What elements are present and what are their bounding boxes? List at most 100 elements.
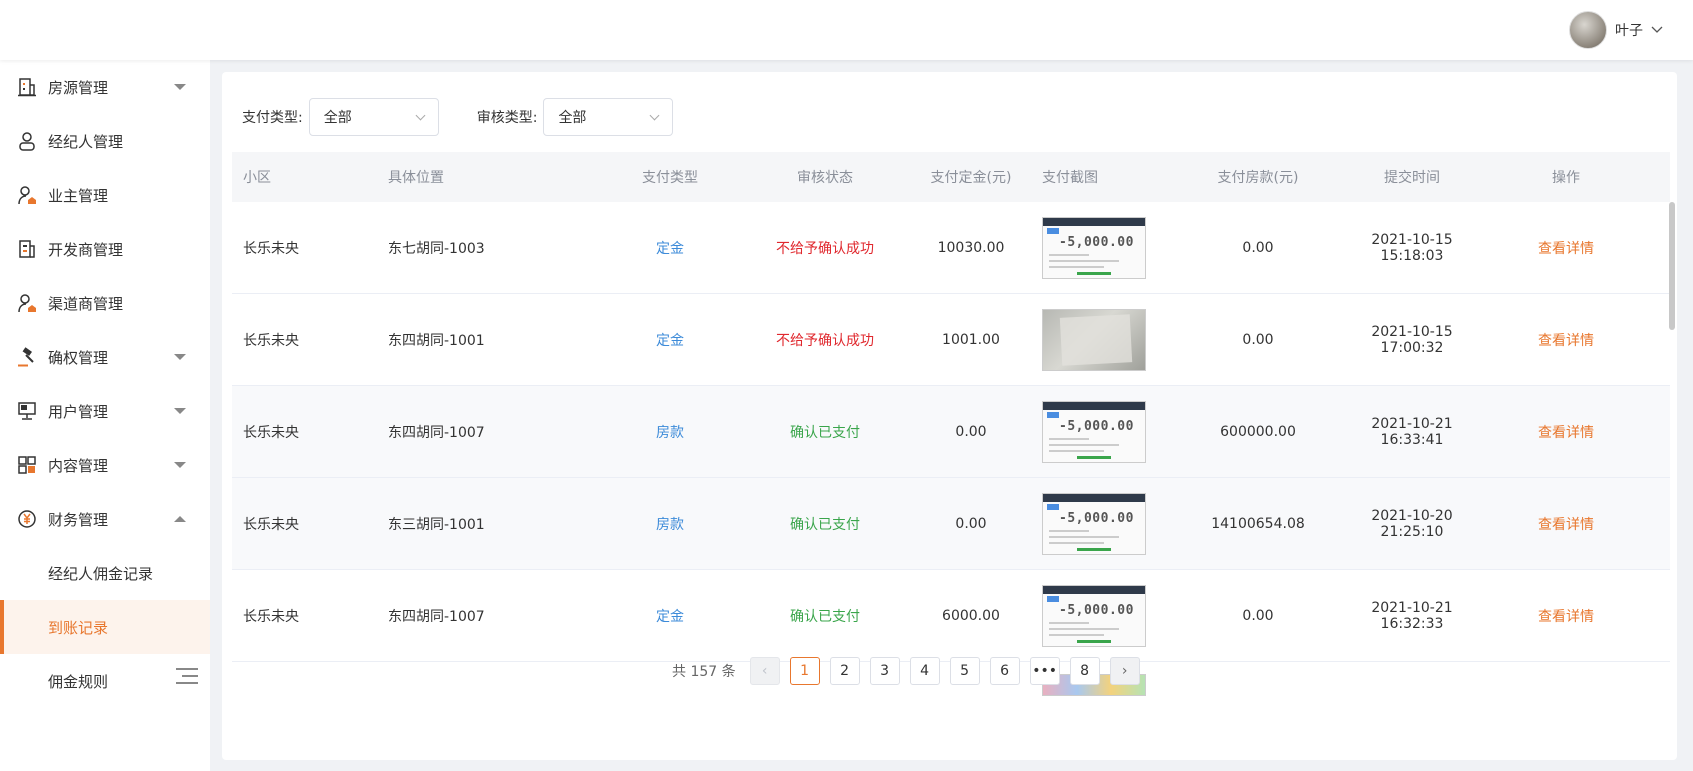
caret-up-icon	[174, 516, 186, 522]
cell-pay-type: 定金	[656, 608, 684, 625]
cell-screenshot	[1034, 308, 1174, 371]
user-home-icon	[16, 292, 38, 314]
view-details-link[interactable]: 查看详情	[1482, 606, 1650, 626]
view-details-link[interactable]: 查看详情	[1482, 330, 1650, 350]
page-button-8[interactable]: 8	[1069, 657, 1100, 685]
sidebar-item-owner[interactable]: 业主管理	[0, 168, 210, 222]
chevron-down-icon	[1651, 26, 1663, 33]
sidebar-subitem-payment-records[interactable]: 到账记录	[0, 600, 210, 654]
cell-pay-type: 房款	[656, 516, 684, 533]
column-header: 审核状态	[797, 170, 853, 186]
cell-pay-type: 定金	[656, 240, 684, 257]
next-page-button[interactable]: ›	[1109, 657, 1140, 685]
review-type-select[interactable]: 全部	[543, 98, 674, 136]
pagination: 共 157 条 ‹ 1 2 3 4 5 6 ••• 8 ›	[672, 657, 1140, 685]
chevron-down-icon	[415, 110, 426, 121]
cell-location: 东四胡同-1007	[388, 424, 485, 441]
sidebar-item-label: 内容管理	[48, 456, 109, 475]
avatar[interactable]	[1569, 11, 1607, 49]
cell-payment: 0.00	[1242, 607, 1274, 624]
cell-payment: 600000.00	[1220, 423, 1296, 440]
page-button-5[interactable]: 5	[949, 657, 980, 685]
top-bar: 叶子	[0, 0, 1693, 60]
payment-screenshot-thumbnail[interactable]: -5,000.00	[1042, 584, 1146, 647]
payment-screenshot-thumbnail[interactable]: -5,000.00	[1042, 400, 1146, 463]
person-icon	[16, 130, 38, 152]
prev-page-button[interactable]: ‹	[749, 657, 780, 685]
filter-bar: 支付类型: 全部 审核类型: 全部	[242, 98, 711, 136]
sidebar: 房源管理 经纪人管理 业主管理 开发商管理 渠道商管理 确权管理 用户管理 内容…	[0, 60, 210, 771]
sidebar-item-users[interactable]: 用户管理	[0, 384, 210, 438]
cell-status: 不给予确认成功	[776, 332, 874, 349]
sidebar-item-finance[interactable]: 财务管理	[0, 492, 210, 546]
view-details-link[interactable]: 查看详情	[1482, 422, 1650, 442]
payment-screenshot-thumbnail[interactable]: -5,000.00	[1042, 492, 1146, 555]
user-menu[interactable]: 叶子	[1569, 10, 1663, 50]
yen-coin-icon	[16, 508, 38, 530]
column-header: 支付定金(元)	[930, 170, 1012, 186]
pay-type-select[interactable]: 全部	[308, 98, 439, 136]
page-button-6[interactable]: 6	[989, 657, 1020, 685]
column-header: 提交时间	[1384, 170, 1440, 186]
page-button-3[interactable]: 3	[869, 657, 900, 685]
sidebar-item-agent[interactable]: 经纪人管理	[0, 114, 210, 168]
sidebar-item-label: 财务管理	[48, 510, 109, 529]
sidebar-item-rights[interactable]: 确权管理	[0, 330, 210, 384]
pay-type-value: 全部	[323, 110, 352, 126]
column-header: 支付房款(元)	[1217, 170, 1299, 186]
sidebar-item-content[interactable]: 内容管理	[0, 438, 210, 492]
cell-community: 长乐未央	[243, 608, 299, 625]
sidebar-item-developer[interactable]: 开发商管理	[0, 222, 210, 276]
page-button-1[interactable]: 1	[789, 657, 820, 685]
table-row: 长乐未央 东三胡同-1001 房款 确认已支付 0.00 -5,000.00 1…	[232, 478, 1670, 570]
view-details-link[interactable]: 查看详情	[1482, 238, 1650, 258]
sidebar-item-label: 房源管理	[48, 78, 109, 97]
cell-screenshot: -5,000.00	[1034, 216, 1174, 279]
column-header: 支付截图	[1042, 170, 1098, 186]
cell-status: 确认已支付	[790, 516, 860, 533]
cell-payment: 14100654.08	[1211, 515, 1305, 532]
cell-community: 长乐未央	[243, 240, 299, 257]
sidebar-item-property[interactable]: 房源管理	[0, 60, 210, 114]
page-button-4[interactable]: 4	[909, 657, 940, 685]
table-header: 小区 具体位置 支付类型 审核状态 支付定金(元) 支付截图 支付房款(元) 提…	[232, 152, 1670, 202]
page-ellipsis-button[interactable]: •••	[1029, 657, 1060, 685]
table-row: 长乐未央 东七胡同-1003 定金 不给予确认成功 10030.00 -5,00…	[232, 202, 1670, 294]
username: 叶子	[1615, 23, 1643, 39]
caret-down-icon	[174, 462, 186, 468]
sidebar-item-label: 业主管理	[48, 186, 109, 205]
sidebar-item-channel[interactable]: 渠道商管理	[0, 276, 210, 330]
page-button-2[interactable]: 2	[829, 657, 860, 685]
cell-payment: 0.00	[1242, 239, 1274, 256]
cell-community: 长乐未央	[243, 332, 299, 349]
user-home-icon	[16, 184, 38, 206]
menu-collapse-icon[interactable]	[176, 668, 198, 686]
table-row: 长乐未央 东四胡同-1001 定金 不给予确认成功 1001.00 0.00 2…	[232, 294, 1670, 386]
table-row: 长乐未央 东四胡同-1007 定金 确认已支付 6000.00 -5,000.0…	[232, 570, 1670, 662]
document-icon	[16, 238, 38, 260]
cell-location: 东四胡同-1001	[388, 332, 485, 349]
cell-time: 2021-10-21 16:33:41	[1371, 415, 1453, 448]
table-scrollbar[interactable]	[1669, 202, 1675, 330]
view-details-link[interactable]: 查看详情	[1482, 514, 1650, 534]
payment-screenshot-thumbnail[interactable]	[1042, 308, 1146, 371]
payment-screenshot-thumbnail[interactable]: -5,000.00	[1042, 216, 1146, 279]
sidebar-item-label: 开发商管理	[48, 240, 124, 259]
total-count: 共 157 条	[672, 664, 736, 680]
caret-down-icon	[174, 84, 186, 90]
review-type-label: 审核类型:	[476, 110, 538, 126]
review-type-value: 全部	[558, 110, 587, 126]
column-header: 具体位置	[388, 170, 444, 186]
cell-location: 东三胡同-1001	[388, 516, 485, 533]
gavel-icon	[16, 346, 38, 368]
table-row: 长乐未央 东四胡同-1007 房款 确认已支付 0.00 -5,000.00 6…	[232, 386, 1670, 478]
grid-icon	[16, 454, 38, 476]
sidebar-subitem-agent-commission[interactable]: 经纪人佣金记录	[0, 546, 210, 600]
cell-community: 长乐未央	[243, 516, 299, 533]
cell-time: 2021-10-15 17:00:32	[1371, 323, 1453, 356]
main-panel: 支付类型: 全部 审核类型: 全部 小区 具体位置 支付类型 审核状态 支付定金…	[222, 72, 1677, 760]
cell-screenshot: -5,000.00	[1034, 492, 1174, 555]
sidebar-item-label: 用户管理	[48, 402, 109, 421]
caret-down-icon	[174, 408, 186, 414]
cell-pay-type: 房款	[656, 424, 684, 441]
